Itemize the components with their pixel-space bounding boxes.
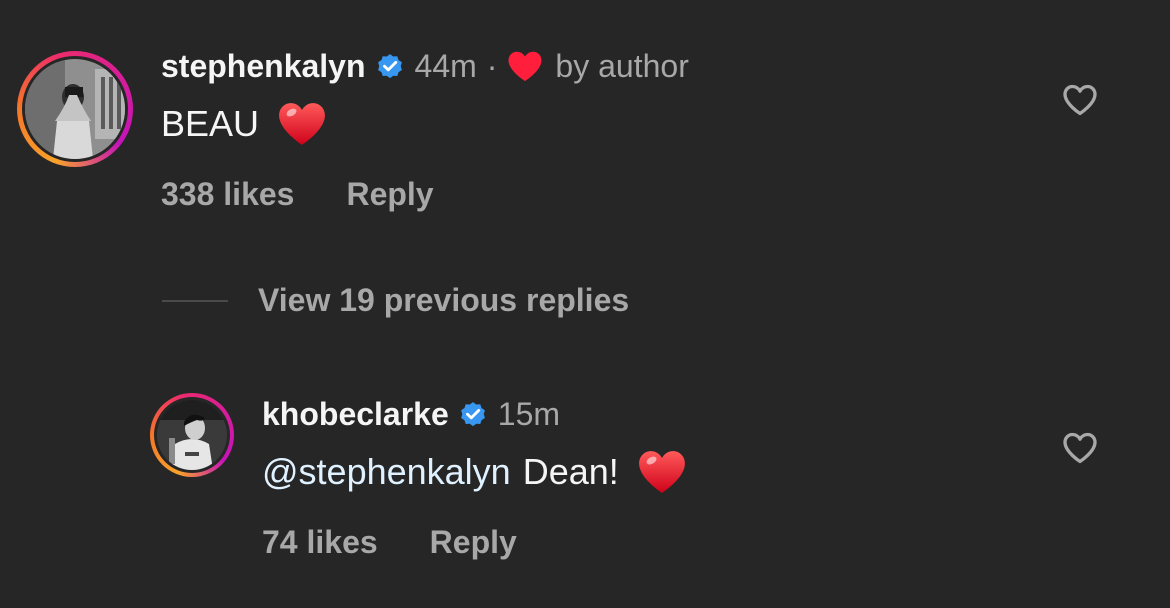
verified-badge-icon <box>375 51 405 81</box>
comment-body: @stephenkalyn Dean! <box>262 448 687 496</box>
avatar-photo <box>157 400 227 470</box>
comment-actions: 74 likes Reply <box>262 522 517 562</box>
avatar[interactable] <box>150 393 234 477</box>
comment-text: BEAU <box>161 103 260 144</box>
avatar[interactable] <box>17 51 133 167</box>
reply-button[interactable]: Reply <box>346 176 433 213</box>
avatar-photo <box>25 59 125 159</box>
red-heart-emoji-icon <box>637 449 687 495</box>
reply-button[interactable]: Reply <box>430 524 517 561</box>
comment-header: stephenkalyn 44m · by author <box>161 46 689 86</box>
comment-body: BEAU <box>161 100 327 148</box>
author-badge: by author <box>555 47 689 84</box>
view-previous-replies[interactable]: View 19 previous replies <box>162 282 629 319</box>
divider-line <box>162 299 228 302</box>
mention-link[interactable]: @stephenkalyn <box>262 451 511 493</box>
heart-outline-icon[interactable] <box>1062 431 1098 465</box>
verified-badge-icon <box>458 399 488 429</box>
comment-time: 44m <box>414 47 477 84</box>
comment-actions: 338 likes Reply <box>161 174 434 214</box>
comment-thread: stephenkalyn 44m · by author BEAU 338 li… <box>0 0 1170 608</box>
comment-time: 15m <box>497 395 561 432</box>
username[interactable]: stephenkalyn <box>161 48 366 85</box>
comment-header: khobeclarke 15m <box>262 394 560 434</box>
view-replies-label: View 19 previous replies <box>258 282 630 318</box>
heart-outline-icon[interactable] <box>1062 83 1098 117</box>
heart-filled-icon <box>507 50 543 82</box>
username[interactable]: khobeclarke <box>262 396 449 433</box>
red-heart-emoji-icon <box>277 101 327 147</box>
comment-text: Dean! <box>522 451 619 492</box>
likes-count[interactable]: 338 likes <box>161 176 294 213</box>
separator-dot: · <box>486 47 498 84</box>
likes-count[interactable]: 74 likes <box>262 524 378 561</box>
